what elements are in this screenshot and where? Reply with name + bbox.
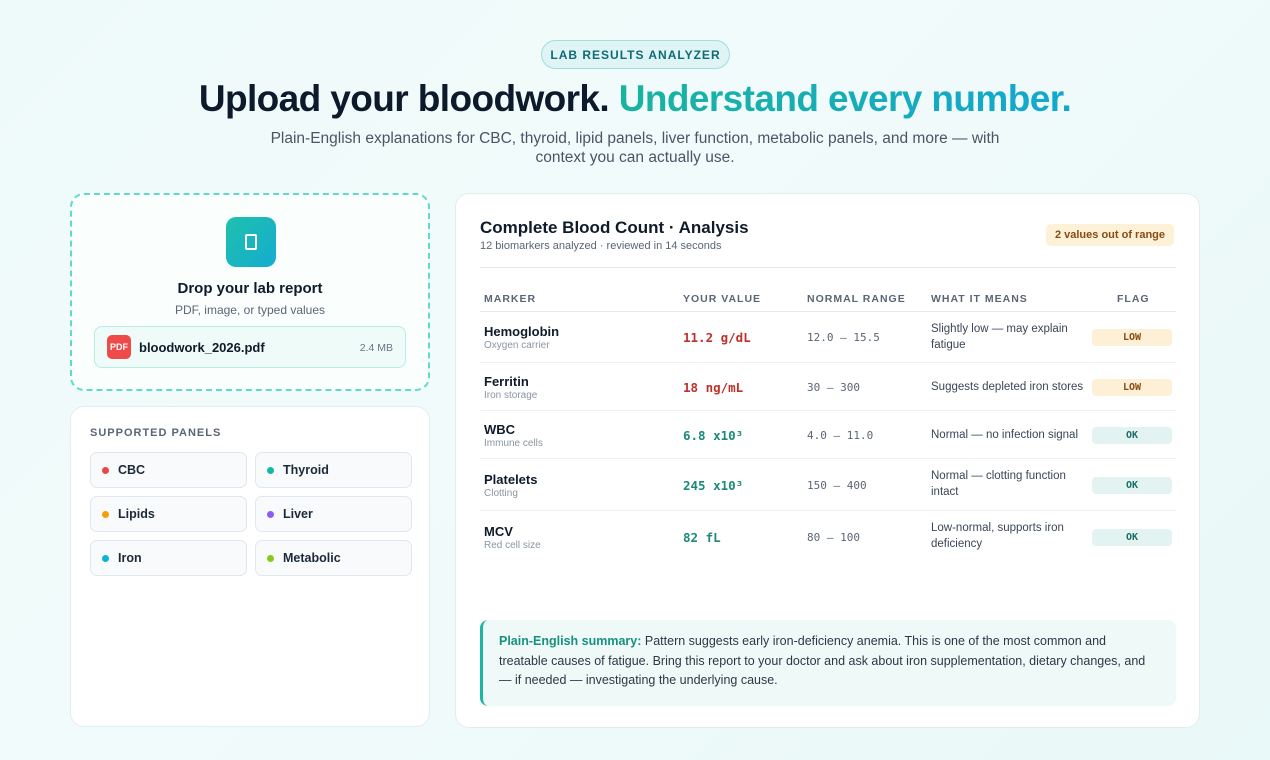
- panel-dot: [102, 466, 109, 474]
- file-name: bloodwork_2026.pdf: [139, 340, 265, 355]
- panel-dot: [102, 510, 109, 518]
- normal-range: 4.0 – 11.0: [807, 429, 874, 442]
- uploaded-file[interactable]: PDF bloodwork_2026.pdf 2.4 MB: [94, 326, 406, 368]
- dropzone-title: Drop your lab report: [177, 280, 323, 297]
- marker-meaning: Slightly low — may explain fatigue: [931, 323, 1068, 351]
- panel-chip-label: Iron: [118, 551, 142, 565]
- marker-meaning: Low-normal, supports iron deficiency: [931, 522, 1064, 550]
- panel-dot: [267, 510, 274, 518]
- panel-dot: [102, 554, 109, 562]
- column-header-range: NORMAL RANGE: [807, 293, 906, 305]
- normal-range: 30 – 300: [807, 381, 860, 394]
- column-header-meaning: WHAT IT MEANS: [931, 293, 1028, 305]
- marker-description: Oxygen carrier: [484, 340, 550, 351]
- hero-title: Upload your bloodwork. Understand every …: [0, 78, 1270, 120]
- flag-badge: OK: [1092, 529, 1172, 546]
- marker-description: Iron storage: [484, 390, 538, 401]
- panel-dot: [267, 554, 274, 562]
- column-header-flag: FLAG: [1117, 293, 1150, 305]
- marker-name: Ferritin: [484, 374, 529, 389]
- marker-meaning: Suggests depleted iron stores: [931, 381, 1084, 393]
- panel-chip-thyroid[interactable]: Thyroid: [255, 452, 412, 488]
- hero-title-main: Upload your bloodwork.: [198, 78, 610, 119]
- marker-name: Platelets: [484, 472, 538, 487]
- panel-chip-cbc[interactable]: CBC: [90, 452, 247, 488]
- panel-chip-metabolic[interactable]: Metabolic: [255, 540, 412, 576]
- marker-description: Immune cells: [484, 438, 543, 449]
- supported-panels-card: SUPPORTED PANELS CBC Thyroid Lipids Live…: [70, 406, 430, 727]
- marker-description: Clotting: [484, 488, 518, 499]
- normal-range: 12.0 – 15.5: [807, 331, 880, 344]
- out-of-range-badge: 2 values out of range: [1045, 224, 1174, 246]
- column-header-marker: MARKER: [484, 293, 537, 305]
- plain-english-summary: Plain-English summary: Pattern suggests …: [480, 620, 1176, 706]
- panel-chip-iron[interactable]: Iron: [90, 540, 247, 576]
- hero-title-accent: Understand every number.: [618, 78, 1072, 119]
- table-row[interactable]: Ferritin Iron storage 18 ng/mL 30 – 300 …: [480, 363, 1176, 411]
- normal-range: 80 – 100: [807, 531, 860, 544]
- table-row[interactable]: Hemoglobin Oxygen carrier 11.2 g/dL 12.0…: [480, 312, 1176, 363]
- analysis-title: Complete Blood Count · Analysis: [480, 218, 749, 237]
- panel-chip-label: Liver: [283, 507, 313, 521]
- marker-value: 6.8 x10³: [683, 428, 744, 443]
- file-size: 2.4 MB: [359, 342, 393, 354]
- app-badge: LAB RESULTS ANALYZER: [541, 40, 730, 69]
- marker-value: 18 ng/mL: [683, 380, 744, 395]
- marker-value: 82 fL: [683, 530, 721, 545]
- summary-label: Plain-English summary:: [499, 634, 642, 648]
- flag-badge: LOW: [1092, 379, 1172, 396]
- normal-range: 150 – 400: [807, 479, 867, 492]
- supported-panels-title: SUPPORTED PANELS: [90, 427, 222, 439]
- panel-chip-lipids[interactable]: Lipids: [90, 496, 247, 532]
- document-icon: [226, 217, 276, 267]
- table-row[interactable]: WBC Immune cells 6.8 x10³ 4.0 – 11.0 Nor…: [480, 411, 1176, 459]
- panel-chip-label: Lipids: [118, 507, 155, 521]
- panel-chip-label: Metabolic: [283, 551, 341, 565]
- column-header-value: YOUR VALUE: [683, 293, 762, 305]
- analysis-card: Complete Blood Count · Analysis 12 bioma…: [455, 193, 1200, 728]
- flag-badge: LOW: [1092, 329, 1172, 346]
- marker-meaning: Normal — no infection signal: [931, 429, 1079, 441]
- panel-chip-label: Thyroid: [283, 463, 329, 477]
- panel-chip-label: CBC: [118, 463, 146, 477]
- marker-name: Hemoglobin: [484, 324, 560, 339]
- table-row[interactable]: Platelets Clotting 245 x10³ 150 – 400 No…: [480, 459, 1176, 511]
- pdf-file-icon: PDF: [107, 335, 131, 359]
- table-row[interactable]: MCV Red cell size 82 fL 80 – 100 Low-nor…: [480, 511, 1176, 563]
- upload-dropzone[interactable]: Drop your lab report PDF, image, or type…: [70, 193, 430, 391]
- marker-description: Red cell size: [484, 540, 541, 551]
- marker-value: 245 x10³: [683, 478, 744, 493]
- dropzone-subtitle: PDF, image, or typed values: [174, 303, 326, 317]
- marker-name: MCV: [484, 524, 513, 539]
- panel-chip-liver[interactable]: Liver: [255, 496, 412, 532]
- hero-subtitle: Plain-English explanations for CBC, thyr…: [270, 130, 1000, 166]
- flag-badge: OK: [1092, 427, 1172, 444]
- marker-name: WBC: [484, 422, 516, 437]
- divider: [480, 267, 1176, 268]
- marker-meaning: Normal — clotting function intact: [931, 470, 1066, 498]
- marker-value: 11.2 g/dL: [683, 330, 751, 345]
- analysis-subtitle: 12 biomarkers analyzed · reviewed in 14 …: [480, 240, 722, 252]
- panel-dot: [267, 466, 274, 474]
- flag-badge: OK: [1092, 477, 1172, 494]
